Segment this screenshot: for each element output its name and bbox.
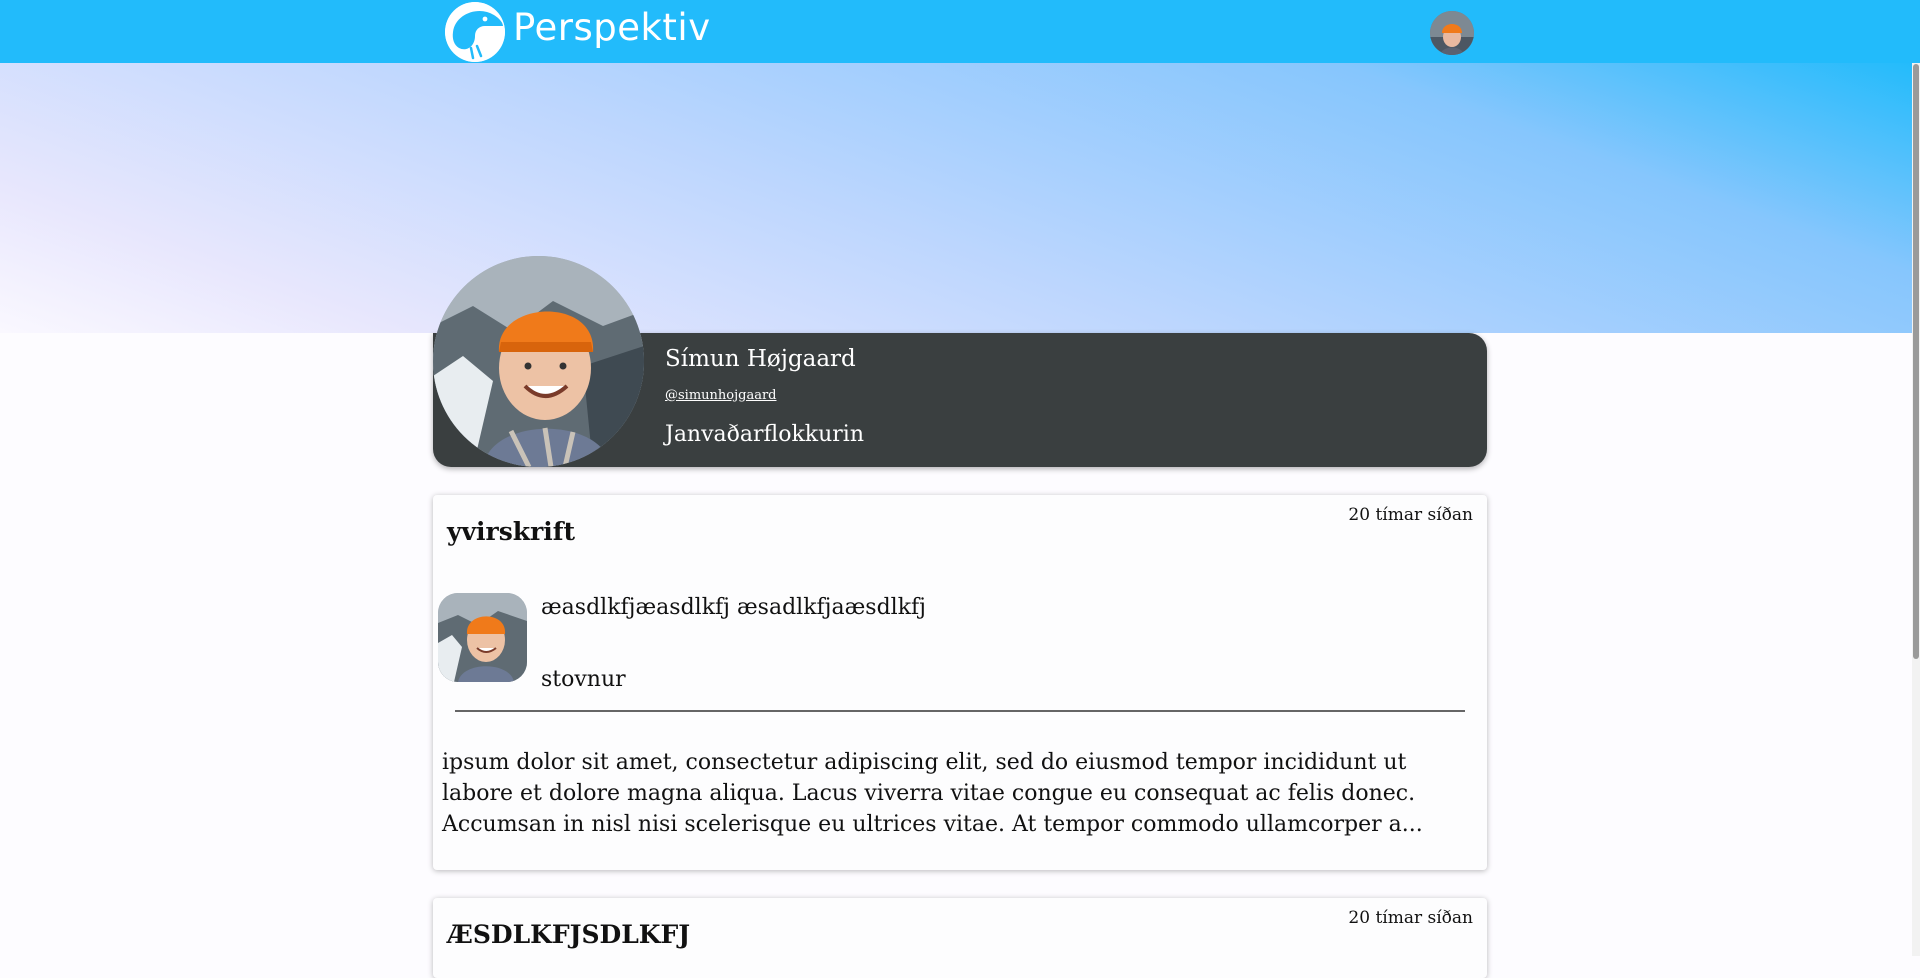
post-divider [455, 710, 1465, 712]
post-timestamp: 20 tímar síðan [1348, 505, 1473, 525]
post-author-name[interactable]: æasdlkfjæasdlkfj æsadlkfjaæsdlkfj [541, 595, 926, 620]
profile-avatar [433, 256, 644, 467]
post-card[interactable]: yvirskrift 20 tímar síðan æasdlkfjæasdlk… [433, 495, 1487, 870]
profile-handle-link[interactable]: @simunhojgaard [665, 388, 777, 403]
profile-party: Janvaðarflokkurin [665, 422, 864, 447]
post-author-role: stovnur [541, 667, 626, 692]
top-navigation-bar: Perspektiv [0, 0, 1920, 63]
post-author-avatar[interactable] [438, 593, 527, 682]
profile-name: Símun Højgaard [665, 346, 856, 372]
post-title[interactable]: yvirskrift [447, 517, 575, 546]
post-body-text: ipsum dolor sit amet, consectetur adipis… [442, 750, 1423, 837]
logo-wordmark[interactable]: Perspektiv [513, 6, 711, 49]
post-title[interactable]: ÆSDLKFJSDLKFJ [447, 920, 690, 949]
post-card[interactable]: ÆSDLKFJSDLKFJ 20 tímar síðan [433, 898, 1487, 978]
user-avatar[interactable] [1430, 11, 1474, 55]
post-timestamp: 20 tímar síðan [1348, 908, 1473, 928]
bird-logo-icon[interactable] [445, 2, 505, 62]
scrollbar-thumb[interactable] [1913, 64, 1919, 659]
profile-banner [0, 63, 1920, 333]
